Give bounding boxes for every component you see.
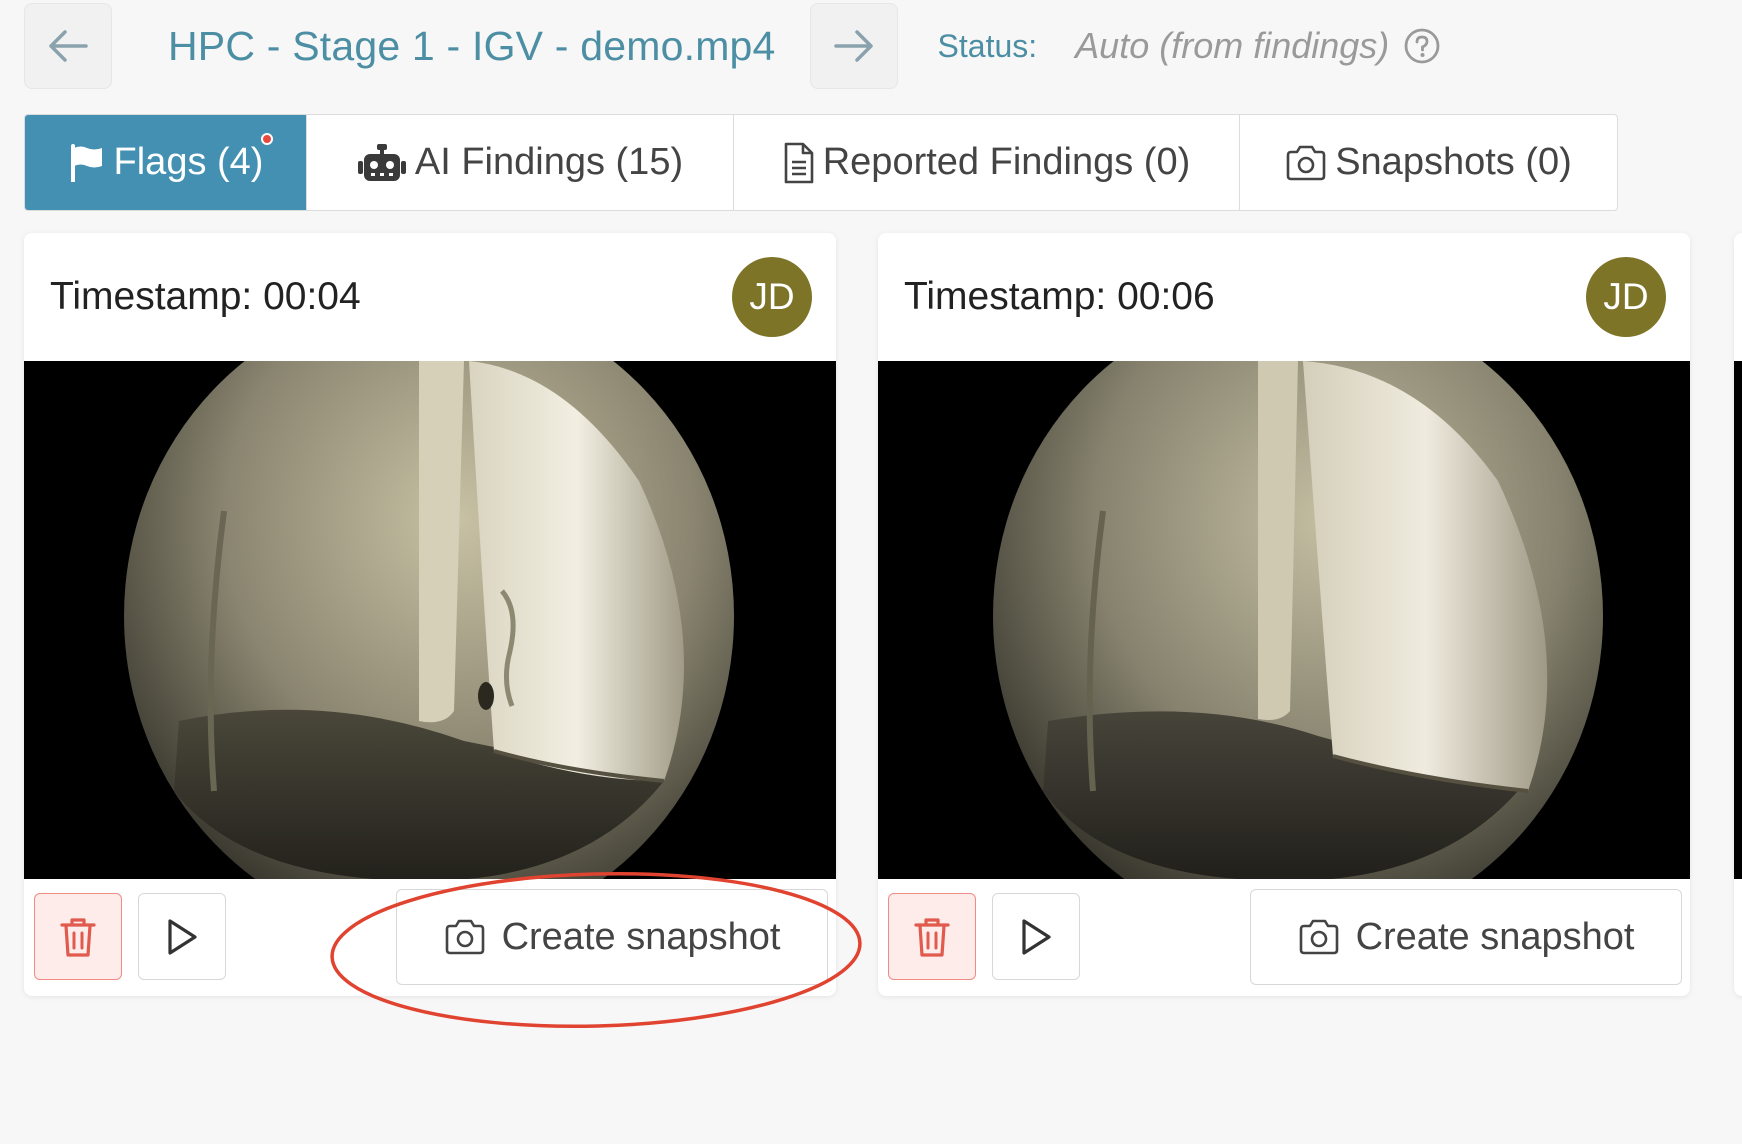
tab-ai-findings[interactable]: AI Findings (15) bbox=[306, 115, 733, 210]
tab-snapshots[interactable]: Snapshots (0) bbox=[1239, 115, 1617, 210]
video-frame[interactable] bbox=[24, 361, 836, 879]
header-bar: HPC - Stage 1 - IGV - demo.mp4 Status: A… bbox=[24, 2, 1742, 90]
status-label: Status: bbox=[937, 27, 1038, 64]
flag-card: Timestamp: 00:06 JD Create snapshot bbox=[878, 233, 1690, 996]
video-frame-partial bbox=[1734, 361, 1742, 879]
create-snapshot-label: Create snapshot bbox=[501, 915, 781, 958]
flags-review-page: HPC - Stage 1 - IGV - demo.mp4 Status: A… bbox=[0, 0, 1742, 1144]
delete-button[interactable] bbox=[888, 893, 976, 980]
card-header: Timestamp: 00:06 JD bbox=[878, 233, 1690, 361]
timestamp-label: Timestamp: 00:06 bbox=[904, 275, 1215, 318]
card-header: Timestamp: 00:04 JD bbox=[24, 233, 836, 361]
previous-button[interactable] bbox=[24, 3, 112, 89]
tab-flags[interactable]: Flags (4) bbox=[25, 115, 306, 210]
play-icon bbox=[168, 918, 197, 955]
trash-icon bbox=[60, 917, 96, 957]
robot-icon bbox=[357, 143, 407, 183]
arrow-left-icon bbox=[49, 30, 88, 62]
card-footer: Create snapshot bbox=[878, 879, 1690, 996]
camera-icon bbox=[1299, 919, 1338, 955]
play-button[interactable] bbox=[992, 893, 1080, 980]
tab-ai-findings-label: AI Findings (15) bbox=[414, 141, 684, 183]
arrow-right-icon bbox=[833, 30, 873, 62]
tab-bar: Flags (4) AI Findings (15) Reported Find… bbox=[24, 114, 1618, 211]
play-icon bbox=[1022, 918, 1051, 955]
create-snapshot-label: Create snapshot bbox=[1355, 915, 1635, 958]
status-value[interactable]: Auto (from findings) bbox=[1075, 25, 1389, 67]
timestamp-label: Timestamp: 00:04 bbox=[50, 275, 361, 318]
help-icon[interactable] bbox=[1403, 27, 1441, 65]
camera-icon bbox=[445, 919, 484, 955]
document-icon bbox=[783, 142, 815, 184]
tab-reported-findings[interactable]: Reported Findings (0) bbox=[733, 115, 1239, 210]
notification-dot bbox=[261, 133, 273, 145]
flag-card-partial bbox=[1734, 233, 1742, 996]
avatar: JD bbox=[732, 257, 812, 337]
flag-card: Timestamp: 00:04 JD Create snapshot bbox=[24, 233, 836, 996]
flag-icon bbox=[68, 143, 106, 182]
card-footer: Create snapshot bbox=[24, 879, 836, 996]
avatar: JD bbox=[1586, 257, 1666, 337]
play-button[interactable] bbox=[138, 893, 226, 980]
camera-icon bbox=[1285, 145, 1327, 181]
video-frame[interactable] bbox=[878, 361, 1690, 879]
tab-reported-findings-label: Reported Findings (0) bbox=[822, 141, 1191, 183]
delete-button[interactable] bbox=[34, 893, 122, 980]
create-snapshot-button[interactable]: Create snapshot bbox=[1250, 889, 1682, 985]
tab-snapshots-label: Snapshots (0) bbox=[1335, 141, 1572, 183]
next-button[interactable] bbox=[809, 3, 898, 89]
create-snapshot-button[interactable]: Create snapshot bbox=[396, 889, 828, 985]
tab-flags-label: Flags (4) bbox=[113, 141, 264, 183]
trash-icon bbox=[914, 917, 950, 957]
page-title: HPC - Stage 1 - IGV - demo.mp4 bbox=[168, 22, 776, 69]
